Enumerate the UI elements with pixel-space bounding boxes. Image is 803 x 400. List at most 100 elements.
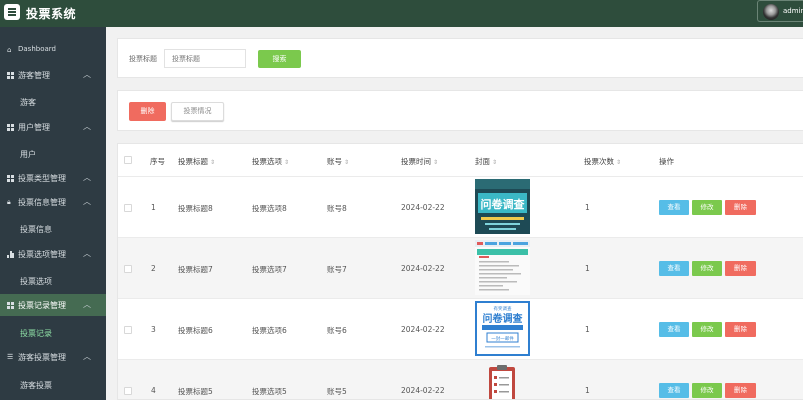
sidebar: ⌂ Dashboard 游客管理 ︿ 游客 用户管理 ︿ 用户 投票类型管理 ︿… (0, 27, 106, 400)
sidebar-subitem-visitor[interactable]: 游客 (0, 91, 106, 113)
sidebar-item-label: 游客投票管理 (18, 353, 66, 362)
view-button[interactable]: 查看 (659, 261, 689, 276)
sidebar-item-vote-option-mgmt[interactable]: 投票选项管理 ︿ (0, 243, 106, 265)
sort-icon: ⇕ (284, 159, 290, 166)
svg-text:问卷调查: 问卷调查 (481, 197, 525, 211)
sidebar-item-user-mgmt[interactable]: 用户管理 ︿ (0, 116, 106, 138)
sort-icon: ⇕ (344, 159, 350, 166)
sidebar-subitem-vote-record[interactable]: 投票记录 (0, 322, 106, 344)
bar-chart-icon (7, 251, 14, 260)
column-header-label: 账号 (327, 157, 342, 166)
grid-icon (7, 175, 14, 184)
grid-icon (7, 302, 14, 311)
grid-icon (7, 124, 14, 133)
sidebar-item-visitor-vote-mgmt[interactable]: ☰ 游客投票管理 ︿ (0, 346, 106, 368)
table-row: 4 投票标题5 投票选项5 账号5 2024-02-22 1 查看 修改 删除 (118, 359, 803, 399)
row-checkbox[interactable] (124, 387, 132, 395)
sidebar-item-label: 投票记录管理 (18, 301, 66, 310)
menu-toggle-icon[interactable] (4, 4, 20, 20)
cell-index: 4 (151, 386, 156, 395)
chevron-up-icon: ︿ (83, 352, 91, 361)
user-menu[interactable]: admin (757, 0, 803, 22)
sidebar-subitem-label: 投票信息 (20, 225, 52, 234)
column-header-time[interactable]: 投票时间 ⇕ (401, 156, 438, 167)
search-label: 投票标题 (129, 55, 157, 63)
cell-index: 1 (151, 203, 156, 212)
sidebar-item-label: 投票选项管理 (18, 250, 66, 259)
search-input[interactable] (164, 49, 246, 68)
delete-row-button[interactable]: 删除 (725, 200, 756, 215)
column-header-label: 投票时间 (401, 157, 431, 166)
table-row: 3 投票标题6 投票选项6 账号6 2024-02-22 有奖调查 问卷调查 一… (118, 298, 803, 359)
cell-option: 投票选项5 (252, 387, 287, 396)
sidebar-subitem-vote-option[interactable]: 投票选项 (0, 270, 106, 292)
app-title: 投票系统 (26, 7, 77, 21)
vote-status-button[interactable]: 投票情况 (171, 102, 224, 121)
sidebar-subitem-label: 游客 (20, 98, 36, 107)
cover-image: 有奖调查 问卷调查 一封一邮件 (475, 301, 530, 356)
cell-count: 1 (585, 203, 590, 212)
sort-icon: ⇕ (492, 159, 498, 166)
search-button[interactable]: 搜索 (258, 50, 301, 68)
sort-icon: ⇕ (210, 159, 216, 166)
cover-image (475, 240, 530, 295)
sidebar-item-label: 游客管理 (18, 71, 50, 80)
cell-time: 2024-02-22 (401, 386, 445, 395)
column-header-account[interactable]: 账号 ⇕ (327, 156, 349, 167)
cell-count: 1 (585, 325, 590, 334)
chevron-up-icon: ︿ (83, 70, 91, 79)
select-all-checkbox[interactable] (124, 156, 132, 164)
sidebar-item-vote-type-mgmt[interactable]: 投票类型管理 ︿ (0, 167, 106, 189)
sidebar-subitem-label: 用户 (20, 150, 36, 159)
cell-count: 1 (585, 386, 590, 395)
edit-button[interactable]: 修改 (692, 383, 722, 398)
sidebar-subitem-vote-info[interactable]: 投票信息 (0, 218, 106, 240)
sidebar-item-label: 用户管理 (18, 123, 50, 132)
sidebar-item-dashboard[interactable]: ⌂ Dashboard (0, 39, 106, 61)
sidebar-item-vote-info-mgmt[interactable]: 🔒︎ 投票信息管理 ︿ (0, 191, 106, 213)
sidebar-item-label: Dashboard (18, 45, 56, 53)
view-button[interactable]: 查看 (659, 200, 689, 215)
column-header-count[interactable]: 投票次数 ⇕ (584, 156, 621, 167)
column-header-title[interactable]: 投票标题 ⇕ (178, 156, 215, 167)
edit-button[interactable]: 修改 (692, 200, 722, 215)
view-button[interactable]: 查看 (659, 383, 689, 398)
sidebar-item-vote-record-mgmt[interactable]: 投票记录管理 ︿ (0, 294, 106, 316)
cell-option: 投票选项8 (252, 204, 287, 213)
cell-index: 3 (151, 325, 156, 334)
edit-button[interactable]: 修改 (692, 322, 722, 337)
cell-title: 投票标题8 (178, 204, 213, 213)
chevron-up-icon: ︿ (83, 173, 91, 182)
cover-image: 问卷调查 (475, 179, 530, 234)
svg-text:一封一邮件: 一封一邮件 (491, 335, 514, 342)
row-checkbox[interactable] (124, 265, 132, 273)
cell-title: 投票标题5 (178, 387, 213, 396)
view-button[interactable]: 查看 (659, 322, 689, 337)
sidebar-subitem-user[interactable]: 用户 (0, 143, 106, 165)
row-checkbox[interactable] (124, 204, 132, 212)
delete-row-button[interactable]: 删除 (725, 261, 756, 276)
chevron-up-icon: ︿ (83, 300, 91, 309)
cell-account: 账号5 (327, 387, 347, 396)
delete-row-button[interactable]: 删除 (725, 322, 756, 337)
delete-row-button[interactable]: 删除 (725, 383, 756, 398)
cell-account: 账号7 (327, 265, 347, 274)
column-header-option[interactable]: 投票选项 ⇕ (252, 156, 289, 167)
sidebar-item-visitor-mgmt[interactable]: 游客管理 ︿ (0, 64, 106, 86)
cell-option: 投票选项7 (252, 265, 287, 274)
column-header-label: 投票标题 (178, 157, 208, 166)
cell-title: 投票标题6 (178, 326, 213, 335)
column-header-cover[interactable]: 封面 ⇕ (475, 156, 497, 167)
edit-button[interactable]: 修改 (692, 261, 722, 276)
delete-button[interactable]: 删除 (129, 102, 166, 121)
sort-icon: ⇕ (616, 159, 622, 166)
chevron-up-icon: ︿ (83, 197, 91, 206)
column-header-index: 序号 (150, 157, 165, 166)
sidebar-item-label: 投票类型管理 (18, 174, 66, 183)
sidebar-subitem-visitor-vote[interactable]: 游客投票 (0, 374, 106, 396)
sidebar-subitem-label: 游客投票 (20, 381, 52, 390)
chevron-up-icon: ︿ (83, 249, 91, 258)
avatar (763, 4, 779, 20)
data-table: 序号 投票标题 ⇕ 投票选项 ⇕ 账号 ⇕ 投票时间 ⇕ 封面 ⇕ 投票次数 ⇕ 操作 1 … (117, 143, 803, 400)
row-checkbox[interactable] (124, 326, 132, 334)
